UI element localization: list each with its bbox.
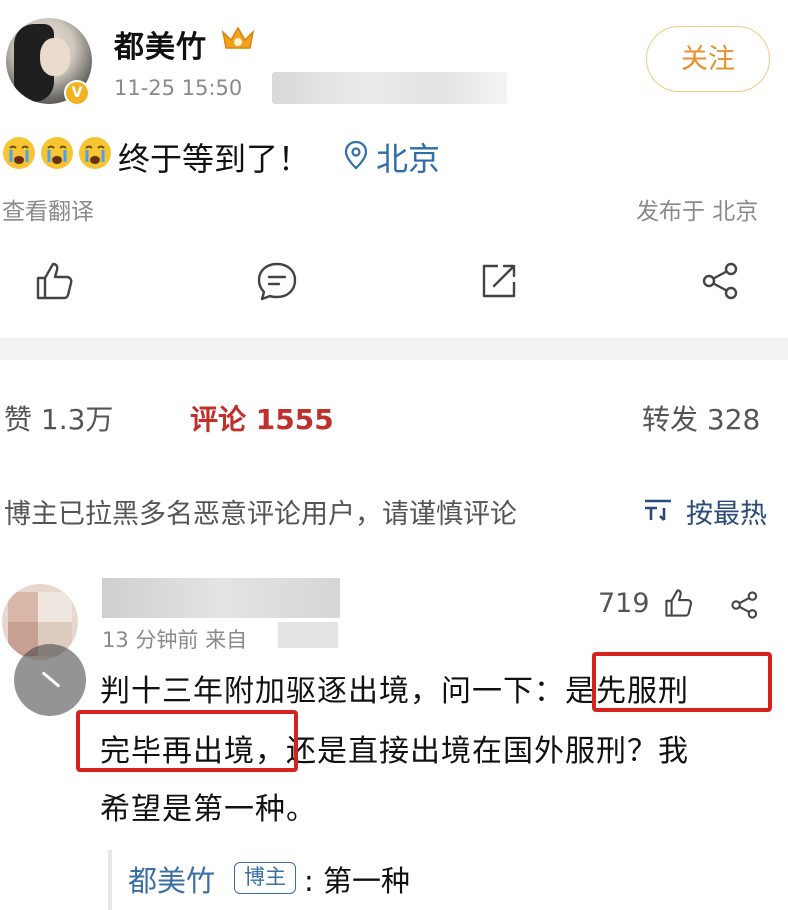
- comment-like-icon[interactable]: [662, 586, 696, 620]
- blurred-commenter-name: [102, 578, 340, 618]
- crying-face-icon: [79, 137, 111, 169]
- comment-icon[interactable]: [254, 258, 300, 304]
- floating-action-button[interactable]: [14, 644, 86, 716]
- crown-badge-icon: [221, 26, 255, 49]
- crying-face-icon: [3, 137, 35, 169]
- reply-text: : 第一种: [304, 864, 410, 898]
- location-pin-icon[interactable]: [344, 140, 368, 170]
- post-time: 11-25 15:50: [114, 76, 243, 100]
- sort-hot-button[interactable]: 按最热: [686, 492, 767, 531]
- follow-button[interactable]: 关注: [646, 26, 770, 92]
- post-text: 终于等到了！: [118, 140, 311, 178]
- reply-author[interactable]: 都美竹: [128, 858, 215, 900]
- comment-time: 13 分钟前 来自: [102, 628, 248, 652]
- highlight-box: [592, 652, 772, 712]
- author-name[interactable]: 都美竹: [114, 22, 207, 66]
- author-tag-badge: 博主: [234, 862, 296, 894]
- repost-icon[interactable]: [476, 258, 522, 304]
- tab-likes[interactable]: 赞 1.3万: [4, 398, 113, 438]
- reply-quote-bar: [108, 850, 112, 910]
- highlight-box: [76, 710, 298, 772]
- crying-face-icon: [41, 137, 73, 169]
- location-link[interactable]: 北京: [376, 134, 440, 180]
- sort-icon[interactable]: [642, 496, 674, 524]
- comment-text-line: 希望是第一种。: [100, 792, 317, 827]
- comment-like-count: 719: [598, 588, 650, 619]
- like-icon[interactable]: [32, 258, 78, 304]
- verified-badge-icon: V: [64, 80, 90, 106]
- section-divider: [0, 338, 788, 360]
- tab-reposts[interactable]: 转发 328: [642, 398, 760, 438]
- share-icon[interactable]: [698, 258, 744, 304]
- published-location: 发布于 北京: [636, 199, 759, 225]
- blocked-users-notice: 博主已拉黑多名恶意评论用户，请谨慎评论: [4, 499, 517, 530]
- comment-share-icon[interactable]: [728, 588, 762, 622]
- blurred-source: [272, 72, 507, 104]
- translate-link[interactable]: 查看翻译: [2, 192, 94, 226]
- tab-comments[interactable]: 评论 1555: [190, 398, 334, 438]
- blurred-comment-source: [278, 622, 338, 648]
